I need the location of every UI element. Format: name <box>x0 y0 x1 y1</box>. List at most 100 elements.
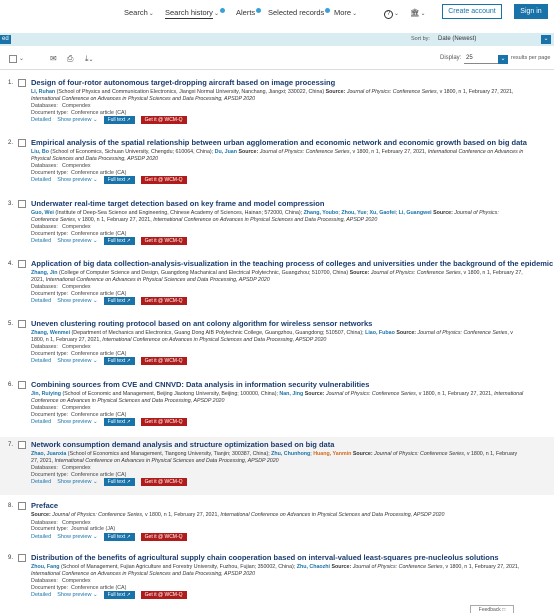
result-checkbox[interactable] <box>18 320 26 328</box>
feedback-icon: □ <box>502 607 506 613</box>
show-preview-link[interactable]: Show preview ⌄ <box>57 592 97 598</box>
help-icon: ? <box>384 10 393 19</box>
wcm-link-button[interactable]: Get it @ WCM-Q <box>140 116 187 125</box>
result-item: 7. Network consumption demand analysis an… <box>0 437 554 495</box>
result-checkbox[interactable] <box>18 381 26 389</box>
detailed-link[interactable]: Detailed <box>31 177 51 183</box>
nav-search-history[interactable]: Search history⌄ <box>165 8 225 19</box>
full-text-button[interactable]: Full text ↗ <box>103 478 135 487</box>
database-label: Databases: <box>31 578 58 585</box>
chevron-down-icon[interactable]: ⌄ <box>541 35 551 44</box>
doctype-value: Conference article (CA) <box>71 109 127 116</box>
result-number: 2. <box>8 140 14 146</box>
result-title-link[interactable]: Uneven clustering routing protocol based… <box>31 319 372 328</box>
doctype-label: Document type: <box>31 290 69 297</box>
show-preview-link[interactable]: Show preview ⌄ <box>57 534 97 540</box>
download-icon[interactable]: ⤓⌄ <box>85 54 94 64</box>
result-item: 9. Distribution of the benefits of agricu… <box>0 550 554 608</box>
left-tab[interactable]: ed <box>0 35 11 44</box>
database-label: Databases: <box>31 103 58 110</box>
full-text-button[interactable]: Full text ↗ <box>103 237 135 246</box>
wcm-link-button[interactable]: Get it @ WCM-Q <box>140 532 187 541</box>
detailed-link[interactable]: Detailed <box>31 358 51 364</box>
nav-alerts[interactable]: Alerts <box>236 8 262 17</box>
result-authors-source: Jin, Ruiying (School of Economic and Man… <box>31 391 524 404</box>
email-icon[interactable]: ✉ <box>50 54 57 63</box>
detailed-link[interactable]: Detailed <box>31 298 51 304</box>
show-preview-link[interactable]: Show preview ⌄ <box>57 479 97 485</box>
result-title-link[interactable]: Preface <box>31 501 58 510</box>
detailed-link[interactable]: Detailed <box>31 238 51 244</box>
result-title-link[interactable]: Application of big data collection-analy… <box>31 259 553 268</box>
result-title-link[interactable]: Design of four-rotor autonomous target-d… <box>31 78 335 87</box>
select-all-checkbox[interactable] <box>9 55 17 63</box>
full-text-button[interactable]: Full text ↗ <box>103 532 135 541</box>
detailed-link[interactable]: Detailed <box>31 479 51 485</box>
show-preview-link[interactable]: Show preview ⌄ <box>57 177 97 183</box>
result-number: 8. <box>8 503 14 509</box>
wcm-link-button[interactable]: Get it @ WCM-Q <box>140 176 187 185</box>
result-title-link[interactable]: Underwater real-time target detection ba… <box>31 199 324 208</box>
result-checkbox[interactable] <box>18 139 26 147</box>
doctype-value: Conference article (CA) <box>71 411 127 418</box>
full-text-button[interactable]: Full text ↗ <box>103 297 135 306</box>
full-text-button[interactable]: Full text ↗ <box>103 357 135 366</box>
show-preview-label: Show preview <box>57 479 92 486</box>
show-preview-link[interactable]: Show preview ⌄ <box>57 298 97 304</box>
full-text-button[interactable]: Full text ↗ <box>103 116 135 125</box>
wcm-link-button[interactable]: Get it @ WCM-Q <box>140 357 187 366</box>
create-account-button[interactable]: Create account <box>442 4 502 19</box>
result-checkbox[interactable] <box>18 200 26 208</box>
database-value: Compendex <box>62 465 91 472</box>
result-database-row: Databases: Compendex <box>31 465 91 471</box>
chevron-down-icon[interactable]: ⌄ <box>19 55 24 62</box>
result-number: 1. <box>8 80 14 86</box>
full-text-button[interactable]: Full text ↗ <box>103 176 135 185</box>
result-checkbox[interactable] <box>18 441 26 449</box>
show-preview-link[interactable]: Show preview ⌄ <box>57 117 97 123</box>
nav-selected-records[interactable]: Selected records <box>268 8 331 17</box>
database-label: Databases: <box>31 405 58 412</box>
show-preview-link[interactable]: Show preview ⌄ <box>57 238 97 244</box>
sort-select[interactable]: Date (Newest) <box>438 36 476 42</box>
result-authors-source: Liu, Bo (School of Economics, Sichuan Un… <box>31 149 524 162</box>
institution-menu[interactable]: 🏛⌄ <box>410 8 426 17</box>
detailed-link[interactable]: Detailed <box>31 534 51 540</box>
chevron-down-icon[interactable]: ⌄ <box>498 55 508 64</box>
results-per-page-label: results per page <box>511 55 551 61</box>
result-number: 6. <box>8 382 14 388</box>
chevron-down-icon: ⌄ <box>92 479 98 486</box>
nav-more[interactable]: More⌄ <box>334 8 357 17</box>
notification-dot-icon <box>219 8 225 13</box>
result-title-link[interactable]: Network consumption demand analysis and … <box>31 440 334 449</box>
chevron-down-icon: ⌄ <box>92 533 98 540</box>
detailed-link[interactable]: Detailed <box>31 419 51 425</box>
show-preview-link[interactable]: Show preview ⌄ <box>57 419 97 425</box>
wcm-link-button[interactable]: Get it @ WCM-Q <box>140 237 187 246</box>
detailed-link[interactable]: Detailed <box>31 117 51 123</box>
result-checkbox[interactable] <box>18 554 26 562</box>
help-menu[interactable]: ? ⌄ <box>384 8 399 19</box>
wcm-link-button[interactable]: Get it @ WCM-Q <box>140 297 187 306</box>
print-icon[interactable]: ⎙ <box>67 54 73 64</box>
full-text-button[interactable]: Full text ↗ <box>103 591 135 600</box>
result-title-link[interactable]: Combining sources from CVE and CNNVD: Da… <box>31 380 369 389</box>
database-label: Databases: <box>31 163 58 170</box>
show-preview-link[interactable]: Show preview ⌄ <box>57 358 97 364</box>
chevron-down-icon: ⌄ <box>394 11 400 17</box>
wcm-link-button[interactable]: Get it @ WCM-Q <box>140 478 187 487</box>
result-checkbox[interactable] <box>18 260 26 268</box>
result-title-link[interactable]: Empirical analysis of the spatial relati… <box>31 138 527 147</box>
full-text-button[interactable]: Full text ↗ <box>103 418 135 427</box>
result-doctype-row: Document type: Journal article (JA) <box>31 526 115 532</box>
result-checkbox[interactable] <box>18 79 26 87</box>
wcm-link-button[interactable]: Get it @ WCM-Q <box>140 591 187 600</box>
sign-in-button[interactable]: Sign in <box>514 4 548 19</box>
result-actions: Detailed Show preview ⌄ Full text ↗ Get it … <box>31 237 187 246</box>
result-checkbox[interactable] <box>18 502 26 510</box>
detailed-link[interactable]: Detailed <box>31 592 51 598</box>
feedback-button[interactable]: Feedback □ <box>470 605 514 613</box>
result-title-link[interactable]: Distribution of the benefits of agricult… <box>31 553 499 562</box>
wcm-link-button[interactable]: Get it @ WCM-Q <box>140 418 187 427</box>
nav-search[interactable]: Search⌄ <box>124 8 154 17</box>
